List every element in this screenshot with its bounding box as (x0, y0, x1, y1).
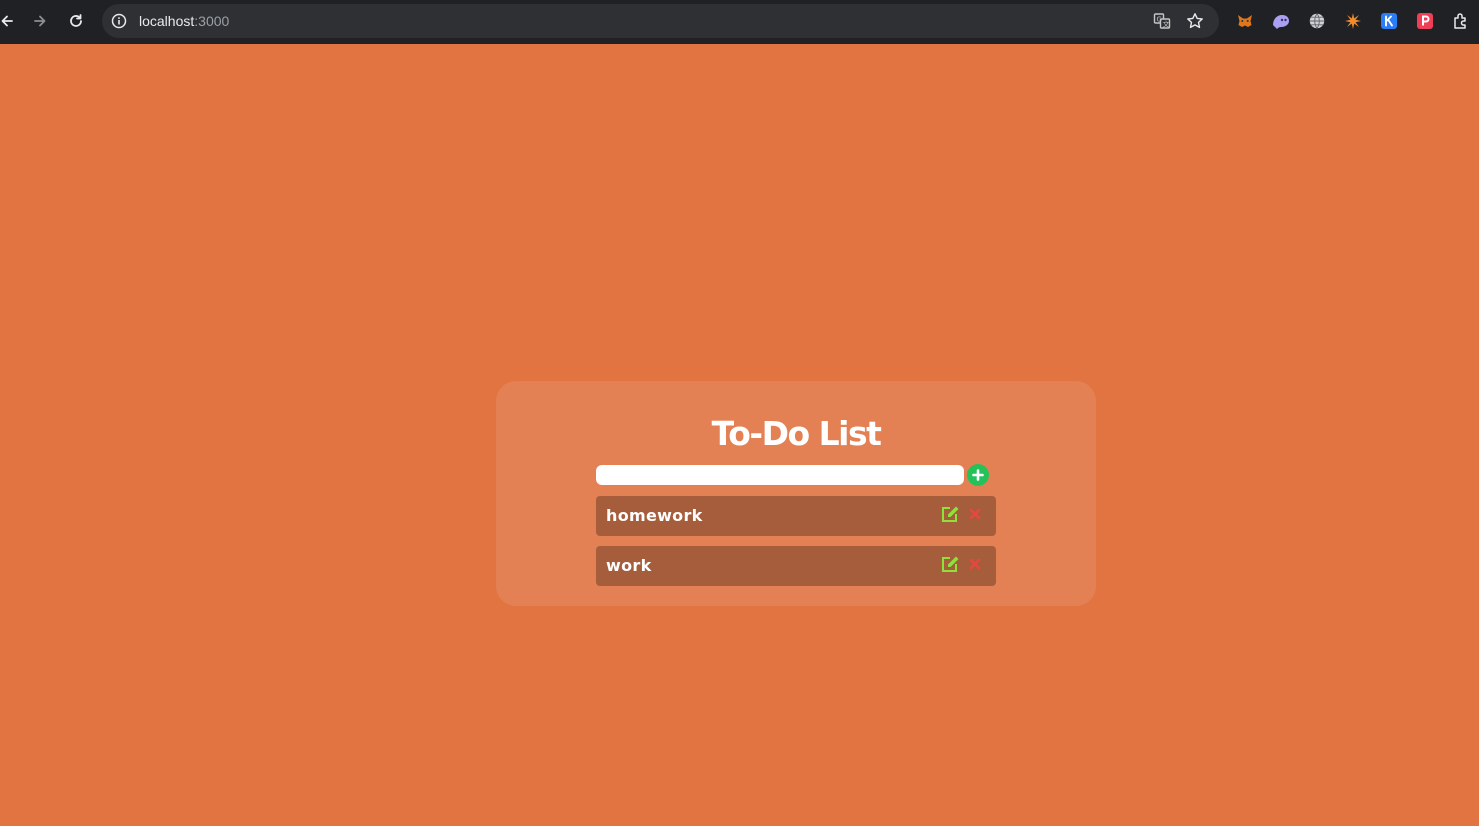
svg-text:G: G (1157, 16, 1162, 24)
delete-icon[interactable] (967, 505, 983, 523)
metamask-icon[interactable] (1235, 11, 1255, 31)
translate-icon[interactable]: G文 (1152, 11, 1172, 31)
back-arrow-icon[interactable] (0, 6, 22, 36)
address-bar[interactable]: localhost:3000 G文 (102, 4, 1219, 38)
page-title: To-Do List (711, 414, 882, 453)
delete-icon[interactable] (967, 555, 983, 573)
globe-icon[interactable] (1307, 11, 1327, 31)
ghost-icon[interactable] (1271, 11, 1291, 31)
todo-item-text: work (606, 556, 652, 575)
add-todo-button[interactable] (967, 464, 989, 486)
forward-arrow-icon[interactable] (25, 6, 55, 36)
edit-icon[interactable] (940, 505, 960, 523)
url-host: localhost (139, 13, 195, 29)
k-extension-icon[interactable] (1379, 11, 1399, 31)
plus-icon (972, 469, 984, 481)
svg-text:文: 文 (1163, 20, 1170, 29)
url-text: localhost:3000 (139, 13, 229, 29)
todo-item-text: homework (606, 506, 703, 525)
spark-icon[interactable] (1343, 11, 1363, 31)
p-extension-icon[interactable] (1415, 11, 1435, 31)
site-info-icon[interactable] (110, 12, 128, 30)
extensions-puzzle-icon[interactable] (1451, 11, 1471, 31)
todo-input[interactable] (596, 465, 964, 485)
url-port: :3000 (194, 13, 230, 29)
edit-icon[interactable] (940, 555, 960, 573)
todo-item: homework (596, 496, 996, 536)
todo-card: To-Do List homework work (496, 381, 1096, 606)
browser-toolbar: localhost:3000 G文 (0, 0, 1479, 44)
todo-item: work (596, 546, 996, 586)
bookmark-star-icon[interactable] (1185, 11, 1205, 31)
reload-icon[interactable] (61, 6, 91, 36)
